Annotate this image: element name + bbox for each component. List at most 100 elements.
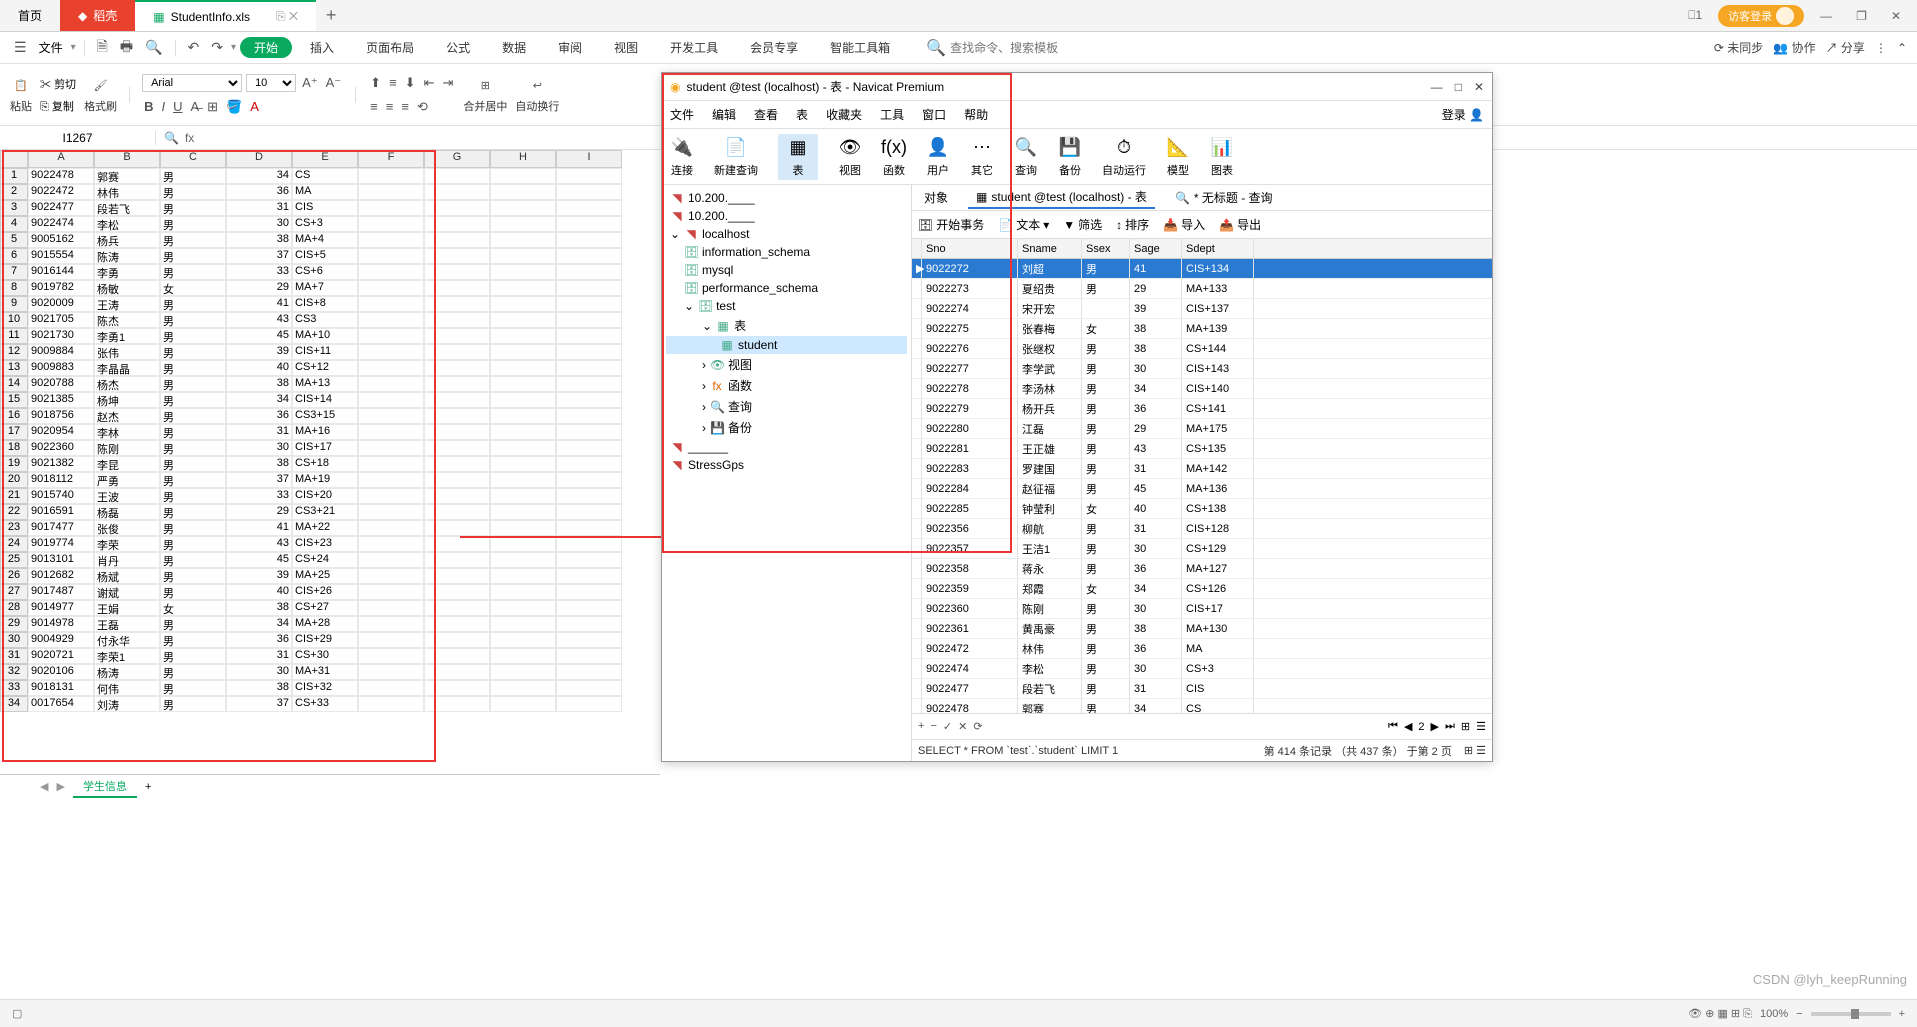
cell[interactable]: 男	[160, 488, 226, 504]
cell[interactable]	[424, 648, 490, 664]
grid-view-icon[interactable]: ⊞	[1461, 720, 1470, 733]
cell[interactable]	[556, 472, 622, 488]
cell[interactable]: 女	[160, 280, 226, 296]
cell[interactable]: CS3+15	[292, 408, 358, 424]
grid-row[interactable]: 9022277李学武男30CIS+143	[912, 359, 1492, 379]
cell[interactable]: 男	[160, 552, 226, 568]
cell[interactable]: 男	[160, 424, 226, 440]
cell[interactable]	[358, 520, 424, 536]
cell[interactable]: 9021730	[28, 328, 94, 344]
print-icon[interactable]: 🖶	[116, 36, 137, 60]
cell[interactable]	[358, 696, 424, 712]
cell[interactable]: 张俊	[94, 520, 160, 536]
nav-menu-tools[interactable]: 工具	[880, 106, 904, 123]
cell[interactable]: 9021385	[28, 392, 94, 408]
row-header[interactable]: 22	[0, 504, 28, 520]
tree-db[interactable]: 🗄mysql	[666, 261, 907, 279]
grid-row[interactable]: 9022278李汤林男34CIS+140	[912, 379, 1492, 399]
cell[interactable]: MA+13	[292, 376, 358, 392]
cell[interactable]: 0017654	[28, 696, 94, 712]
cell[interactable]	[424, 696, 490, 712]
cell[interactable]: 男	[160, 376, 226, 392]
cell[interactable]: 9014978	[28, 616, 94, 632]
col-header[interactable]: C	[160, 150, 226, 168]
tree-table-student[interactable]: ▦student	[666, 336, 907, 354]
cell[interactable]: CS+18	[292, 456, 358, 472]
cell[interactable]: 男	[160, 296, 226, 312]
row-header[interactable]: 4	[0, 216, 28, 232]
cell[interactable]	[490, 600, 556, 616]
sheet-row[interactable]: 239017477张俊男41MA+22	[0, 520, 660, 536]
cell[interactable]	[556, 168, 622, 184]
tree-queries[interactable]: ›🔍查询	[666, 396, 907, 417]
cell[interactable]: 肖丹	[94, 552, 160, 568]
grid-row[interactable]: 9022356柳航男31CIS+128	[912, 519, 1492, 539]
cell[interactable]: 男	[160, 184, 226, 200]
grid-header-sno[interactable]: Sno	[922, 239, 1018, 258]
cell[interactable]: 男	[160, 696, 226, 712]
indent-inc-icon[interactable]: ⇥	[440, 73, 455, 93]
cell[interactable]	[358, 360, 424, 376]
cell[interactable]: 杨坤	[94, 392, 160, 408]
sheet-row[interactable]: 179020954李林男31MA+16	[0, 424, 660, 440]
font-name-select[interactable]: Arial	[142, 74, 242, 92]
tree-views[interactable]: ›👁视图	[666, 354, 907, 375]
page-next-icon[interactable]: ▶	[1431, 720, 1439, 733]
cell[interactable]: 李勇1	[94, 328, 160, 344]
cell[interactable]	[490, 488, 556, 504]
cell[interactable]	[424, 280, 490, 296]
cell[interactable]: 杨斌	[94, 568, 160, 584]
filter-button[interactable]: ▼ 筛选	[1063, 216, 1102, 233]
cell[interactable]	[424, 552, 490, 568]
cell[interactable]	[556, 552, 622, 568]
sheet-row[interactable]: 279017487谢斌男40CIS+26	[0, 584, 660, 600]
cancel-button[interactable]: ✕	[958, 720, 967, 733]
page-first-icon[interactable]: ⏮	[1388, 720, 1398, 733]
page-number[interactable]: 2	[1418, 721, 1424, 733]
cell[interactable]: 9020788	[28, 376, 94, 392]
grid-row[interactable]: 9022472林伟男36MA	[912, 639, 1492, 659]
cell[interactable]	[490, 552, 556, 568]
nav-maximize-button[interactable]: □	[1455, 80, 1462, 94]
cell[interactable]: 陈涛	[94, 248, 160, 264]
nav-menu-fav[interactable]: 收藏夹	[826, 106, 862, 123]
nav-tab-objects[interactable]: 对象	[916, 187, 956, 208]
cell[interactable]: 杨涛	[94, 664, 160, 680]
tab-add-button[interactable]: +	[316, 5, 346, 26]
maximize-button[interactable]: ❐	[1848, 5, 1875, 27]
nav-tool-表[interactable]: ▦表	[778, 134, 818, 180]
cell[interactable]: 李昆	[94, 456, 160, 472]
ribbon-tab-data[interactable]: 数据	[488, 39, 540, 56]
tree-localhost[interactable]: ⌄◥localhost	[666, 225, 907, 243]
row-header[interactable]: 34	[0, 696, 28, 712]
cell[interactable]	[424, 200, 490, 216]
border-button[interactable]: ⊞	[205, 97, 220, 117]
cell[interactable]	[490, 664, 556, 680]
cell[interactable]: 李荣1	[94, 648, 160, 664]
grid-row[interactable]: 9022478郭赛男34CS	[912, 699, 1492, 713]
grid-row[interactable]: 9022361黄禹豪男38MA+130	[912, 619, 1492, 639]
fill-color-button[interactable]: 🪣	[224, 97, 244, 117]
format-painter-button[interactable]: 🖌格式刷	[84, 76, 117, 114]
cell[interactable]: 陈刚	[94, 440, 160, 456]
nav-minimize-button[interactable]: —	[1431, 80, 1443, 94]
italic-button[interactable]: I	[159, 97, 167, 116]
nav-tool-视图[interactable]: 👁视图	[838, 136, 862, 178]
cell[interactable]	[490, 648, 556, 664]
cell[interactable]	[424, 168, 490, 184]
cell[interactable]: 36	[226, 408, 292, 424]
cell[interactable]	[490, 408, 556, 424]
sheet-row[interactable]: 289014977王娟女38CS+27	[0, 600, 660, 616]
select-all-corner[interactable]	[0, 150, 28, 168]
row-header[interactable]: 17	[0, 424, 28, 440]
align-left-icon[interactable]: ≡	[368, 97, 380, 116]
cell[interactable]	[490, 280, 556, 296]
nav-tool-自动运行[interactable]: ⏱自动运行	[1102, 136, 1146, 178]
cell[interactable]: 34	[226, 616, 292, 632]
cell[interactable]: CS+24	[292, 552, 358, 568]
cell[interactable]	[490, 216, 556, 232]
add-sheet-button[interactable]: +	[145, 781, 151, 793]
cell[interactable]: 9013101	[28, 552, 94, 568]
cell[interactable]	[424, 360, 490, 376]
cell[interactable]: 男	[160, 200, 226, 216]
